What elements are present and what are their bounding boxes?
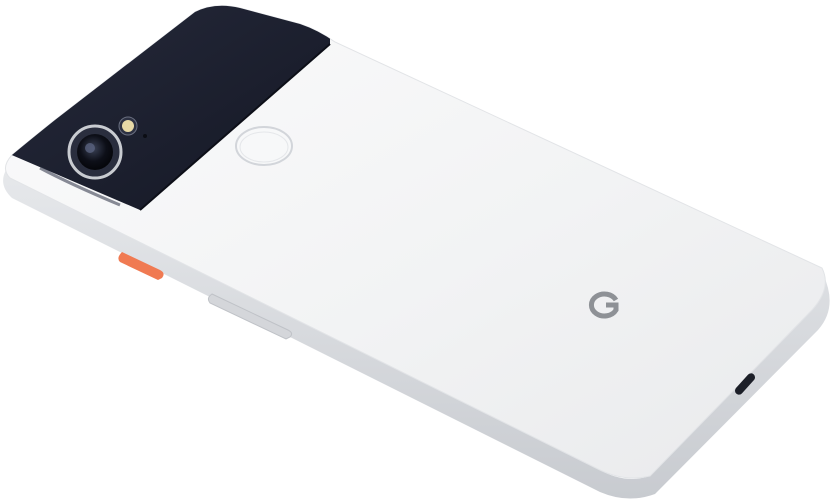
phone-illustration (3, 5, 830, 499)
fingerprint-sensor-icon (235, 126, 293, 166)
phone-photo (0, 0, 832, 500)
camera-lens-icon (67, 124, 123, 180)
flash-icon (118, 116, 138, 136)
microphone-hole (143, 134, 147, 138)
